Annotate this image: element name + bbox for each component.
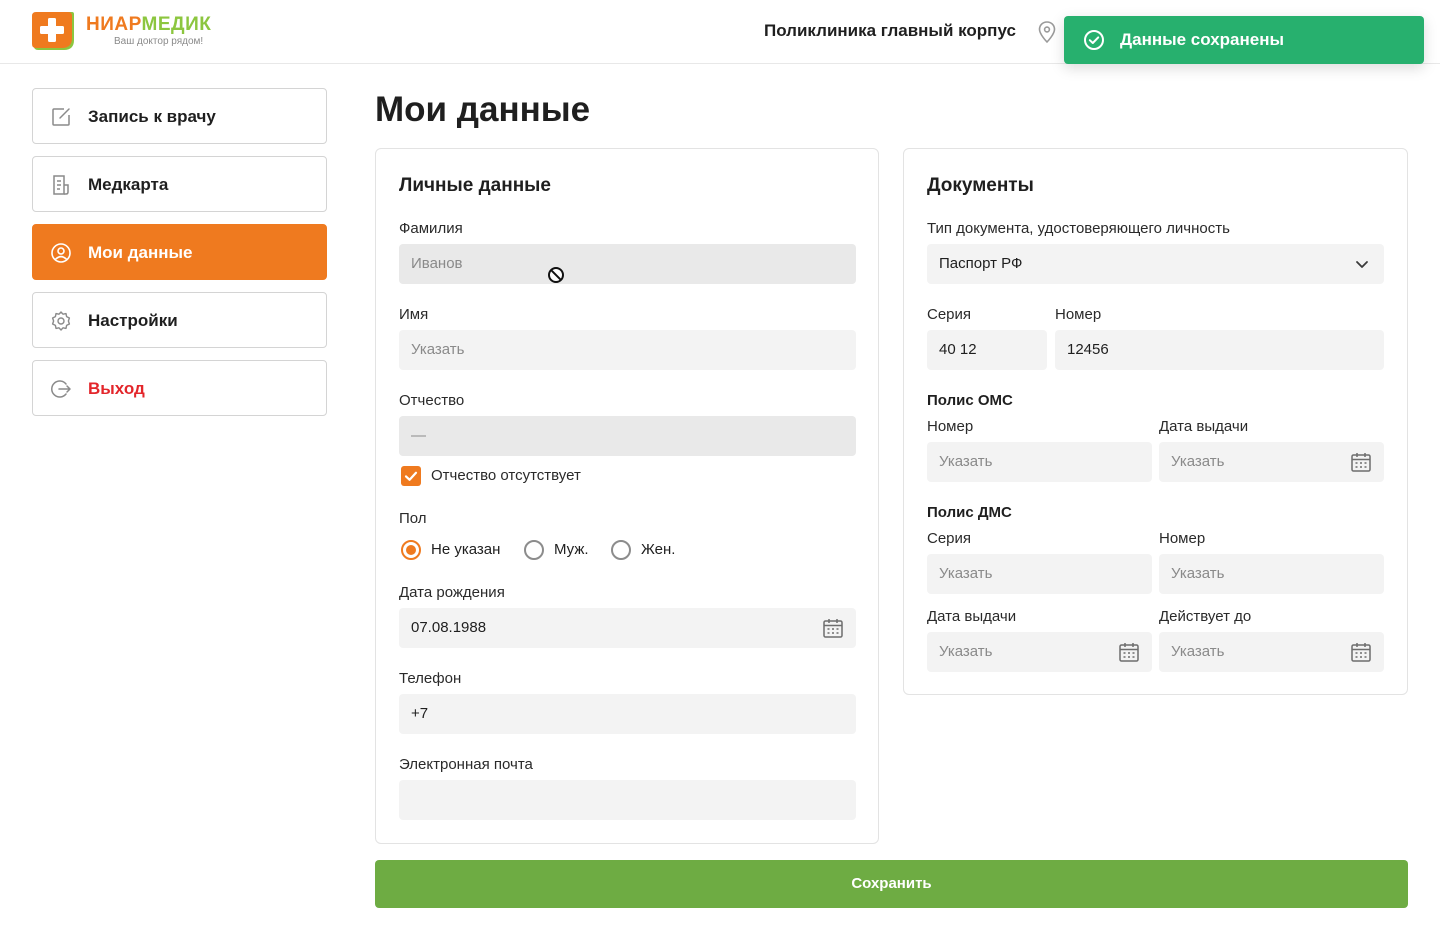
- check-circle-icon: [1084, 30, 1104, 50]
- phone-value: +7: [411, 705, 429, 722]
- save-button[interactable]: Сохранить: [375, 860, 1408, 908]
- passport-number-input[interactable]: 12456: [1055, 330, 1384, 370]
- sidebar-item-label: Выход: [88, 379, 145, 398]
- oms-date-input[interactable]: Указать: [1159, 442, 1384, 482]
- patronymic-field[interactable]: —: [399, 416, 856, 456]
- gender-label: Пол: [399, 510, 427, 527]
- sidebar-item-medcard[interactable]: Медкарта: [32, 156, 327, 212]
- phone-input[interactable]: +7: [399, 694, 856, 734]
- patronymic-label: Отчество: [399, 392, 465, 409]
- calendar-icon[interactable]: [1350, 451, 1372, 473]
- email-input[interactable]: [399, 780, 856, 820]
- gender-option-label[interactable]: Жен.: [641, 541, 675, 558]
- clinic-selector[interactable]: Поликлиника главный корпус: [764, 21, 1016, 41]
- logout-icon: [51, 380, 71, 398]
- gender-option-label[interactable]: Не указан: [431, 541, 500, 558]
- calendar-icon[interactable]: [1350, 641, 1372, 663]
- sidebar-item-label: Запись к врачу: [88, 107, 216, 126]
- calendar-icon[interactable]: [822, 617, 844, 639]
- firstname-input[interactable]: Указать: [399, 330, 856, 370]
- phone-label: Телефон: [399, 670, 462, 687]
- logo-name: НИАРМЕДИК: [86, 14, 212, 35]
- chevron-down-icon: [1356, 261, 1368, 268]
- sidebar-item-logout[interactable]: Выход: [32, 360, 327, 416]
- lastname-value: Иванов: [411, 255, 463, 272]
- logo-tagline: Ваш доктор рядом!: [114, 36, 204, 47]
- id-type-value: Паспорт РФ: [939, 255, 1023, 272]
- dms-valid-date-input[interactable]: Указать: [1159, 632, 1384, 672]
- page-title: Мои данные: [375, 90, 591, 129]
- not-allowed-cursor-icon: [548, 267, 564, 283]
- oms-date-placeholder: Указать: [1171, 453, 1225, 470]
- logo-cross-icon: [32, 12, 74, 50]
- passport-number-label: Номер: [1055, 306, 1102, 323]
- no-patronymic-label[interactable]: Отчество отсутствует: [431, 467, 581, 484]
- dms-title: Полис ДМС: [927, 504, 1012, 521]
- birthdate-label: Дата рождения: [399, 584, 505, 601]
- gear-icon: [51, 311, 71, 331]
- dms-series-label: Серия: [927, 530, 972, 547]
- dms-issue-label: Дата выдачи: [927, 608, 1017, 625]
- dms-issue-placeholder: Указать: [939, 643, 993, 660]
- success-toast: Данные сохранены: [1064, 16, 1424, 64]
- calendar-icon[interactable]: [1118, 641, 1140, 663]
- sidebar-item-label: Настройки: [88, 311, 178, 330]
- dms-series-input[interactable]: Указать: [927, 554, 1152, 594]
- document-icon: [53, 175, 69, 195]
- location-pin-icon[interactable]: [1036, 20, 1058, 44]
- patronymic-placeholder: —: [411, 427, 426, 444]
- save-button-label: Сохранить: [851, 875, 932, 892]
- id-type-select[interactable]: Паспорт РФ: [927, 244, 1384, 284]
- dms-number-input[interactable]: Указать: [1159, 554, 1384, 594]
- birthdate-value: 07.08.1988: [411, 619, 487, 636]
- dms-valid-placeholder: Указать: [1171, 643, 1225, 660]
- oms-number-placeholder: Указать: [939, 453, 993, 470]
- edit-icon: [52, 108, 70, 126]
- oms-date-label: Дата выдачи: [1159, 418, 1249, 435]
- dms-number-label: Номер: [1159, 530, 1206, 547]
- dms-issue-date-input[interactable]: Указать: [927, 632, 1152, 672]
- sidebar-item-appointment[interactable]: Запись к врачу: [32, 88, 327, 144]
- no-patronymic-checkbox[interactable]: [401, 466, 421, 486]
- gender-option-label[interactable]: Муж.: [554, 541, 589, 558]
- id-type-label: Тип документа, удостоверяющего личность: [927, 220, 1230, 237]
- oms-number-label: Номер: [927, 418, 974, 435]
- checkmark-icon: [404, 471, 418, 481]
- toast-message: Данные сохранены: [1120, 30, 1285, 49]
- passport-series-value: 40 12: [939, 341, 977, 358]
- dms-number-placeholder: Указать: [1171, 565, 1225, 582]
- sidebar-item-settings[interactable]: Настройки: [32, 292, 327, 348]
- passport-series-label: Серия: [927, 306, 972, 323]
- email-label: Электронная почта: [399, 756, 533, 773]
- lastname-field[interactable]: Иванов: [399, 244, 856, 284]
- firstname-placeholder: Указать: [411, 341, 465, 358]
- personal-data-title: Личные данные: [399, 175, 551, 196]
- passport-series-input[interactable]: 40 12: [927, 330, 1047, 370]
- logo[interactable]: НИАРМЕДИК Ваш доктор рядом!: [32, 10, 232, 54]
- gender-radio-male[interactable]: [524, 540, 544, 560]
- gender-radio-female[interactable]: [611, 540, 631, 560]
- oms-title: Полис ОМС: [927, 392, 1013, 409]
- dms-valid-label: Действует до: [1159, 608, 1252, 625]
- oms-number-input[interactable]: Указать: [927, 442, 1152, 482]
- dms-series-placeholder: Указать: [939, 565, 993, 582]
- passport-number-value: 12456: [1067, 341, 1109, 358]
- sidebar-item-my-data[interactable]: Мои данные: [32, 224, 327, 280]
- sidebar-item-label: Медкарта: [88, 175, 169, 194]
- user-icon: [51, 243, 71, 263]
- birthdate-input[interactable]: 07.08.1988: [399, 608, 856, 648]
- gender-radio-unspecified[interactable]: [401, 540, 421, 560]
- firstname-label: Имя: [399, 306, 429, 323]
- documents-title: Документы: [927, 175, 1034, 196]
- sidebar-item-label: Мои данные: [88, 243, 193, 262]
- lastname-label: Фамилия: [399, 220, 463, 237]
